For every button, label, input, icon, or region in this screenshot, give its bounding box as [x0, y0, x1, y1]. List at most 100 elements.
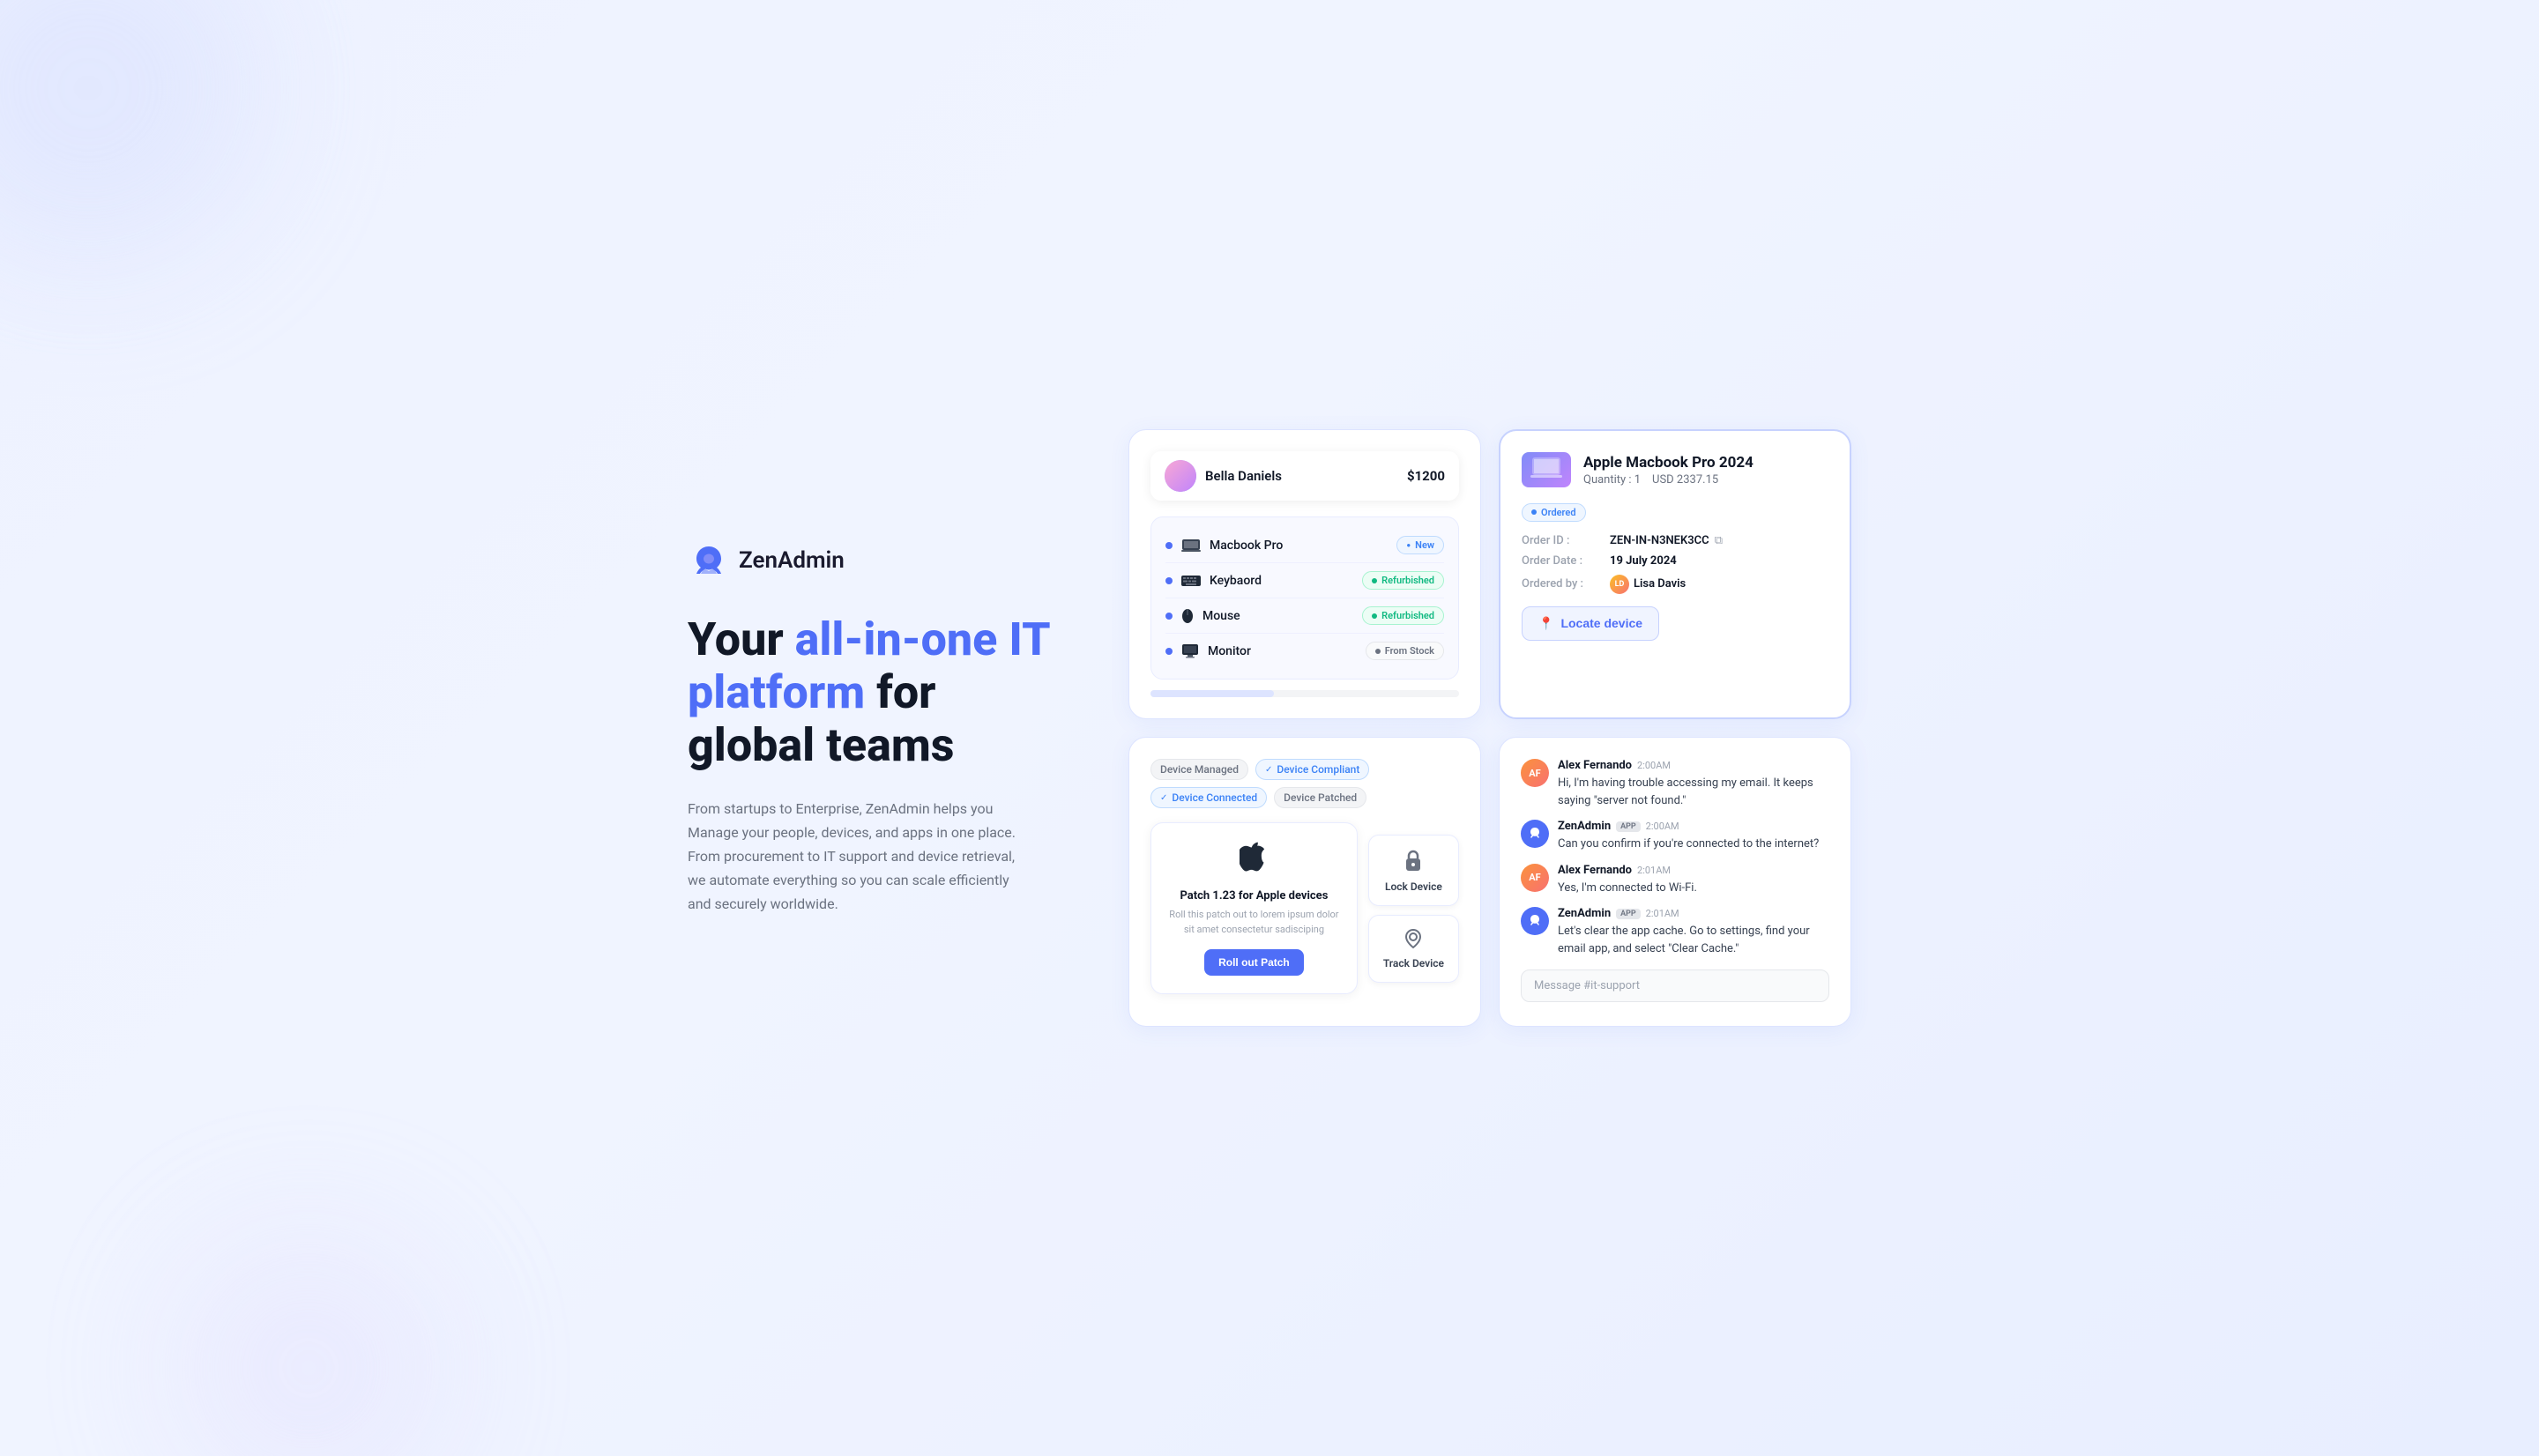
tag-device-managed: Device Managed: [1150, 759, 1248, 780]
macbook-icon: [1181, 539, 1201, 552]
track-device-button[interactable]: Track Device: [1368, 915, 1459, 983]
card-device: Device Managed Device Compliant Device C…: [1128, 737, 1481, 1027]
card-chat: AF Alex Fernando 2:00AM Hi, I'm having t…: [1499, 737, 1851, 1027]
chat-time-0: 2:00AM: [1637, 760, 1671, 771]
track-device-label: Track Device: [1383, 957, 1444, 969]
chat-sender-0: Alex Fernando: [1558, 759, 1632, 772]
macbook-thumbnail: [1522, 452, 1571, 487]
bg-decoration-1: [0, 0, 264, 264]
device-name-keyboard: Keybaord: [1210, 574, 1262, 588]
chat-text-3: Let's clear the app cache. Go to setting…: [1558, 923, 1829, 957]
chat-sender-2: Alex Fernando: [1558, 864, 1632, 877]
badge-stock: From Stock: [1366, 642, 1444, 660]
bg-decoration-2: [176, 1236, 441, 1456]
patch-card: Patch 1.23 for Apple devices Roll this p…: [1150, 822, 1358, 994]
copy-icon[interactable]: ⧉: [1715, 534, 1723, 547]
tag-device-patched: Device Patched: [1274, 787, 1366, 808]
hero-description: From startups to Enterprise, ZenAdmin he…: [688, 797, 1023, 917]
device-item-macbook: Macbook Pro New: [1165, 528, 1444, 563]
alex-avatar-0: AF: [1521, 759, 1549, 787]
locate-icon: 📍: [1538, 616, 1553, 631]
device-name-monitor: Monitor: [1208, 644, 1251, 658]
keyboard-icon: [1181, 576, 1201, 586]
chat-time-2: 2:01AM: [1637, 865, 1671, 876]
order-subtitle: Quantity : 1 USD 2337.15: [1583, 473, 1753, 487]
page-wrapper: ZenAdmin Your all-in-one IT platform for…: [635, 394, 1904, 1062]
device-item-mouse: Mouse Refurbished: [1165, 598, 1444, 634]
device-panel: Patch 1.23 for Apple devices Roll this p…: [1150, 822, 1459, 994]
chat-msg-3: ZenAdmin APP 2:01AM Let's clear the app …: [1521, 907, 1829, 957]
order-header: Apple Macbook Pro 2024 Quantity : 1 USD …: [1522, 452, 1828, 487]
chat-input-placeholder: Message #it-support: [1534, 979, 1640, 992]
chat-sender-3: ZenAdmin: [1558, 907, 1611, 920]
chat-text-0: Hi, I'm having trouble accessing my emai…: [1558, 775, 1829, 809]
macbook-thumb-icon: [1530, 457, 1562, 482]
ordered-by-value: Lisa Davis: [1634, 577, 1686, 591]
user-avatar: [1165, 460, 1196, 492]
badge-refurbished-2: Refurbished: [1362, 606, 1444, 625]
hero-title: Your all-in-one IT platform for global t…: [688, 613, 1058, 771]
order-date-row: Order Date : 19 July 2024: [1522, 554, 1828, 568]
patch-title: Patch 1.23 for Apple devices: [1169, 889, 1339, 903]
zen-avatar-3: [1521, 907, 1549, 935]
right-section: Bella Daniels $1200 Macbook Pro: [1128, 429, 1851, 1027]
device-item-keyboard: Keybaord Refurbished: [1165, 563, 1444, 598]
device-name-macbook: Macbook Pro: [1210, 539, 1283, 553]
order-id-row: Order ID : ZEN-IN-N3NEK3CC ⧉: [1522, 534, 1828, 547]
chat-text-2: Yes, I'm connected to Wi-Fi.: [1558, 880, 1697, 897]
hero-title-plain: Your: [688, 613, 795, 666]
apple-icon: [1240, 841, 1268, 874]
user-name: Bella Daniels: [1205, 468, 1282, 484]
device-dot-2: [1165, 577, 1173, 584]
order-id-label: Order ID :: [1522, 534, 1610, 547]
chat-sender-1: ZenAdmin: [1558, 820, 1611, 833]
apple-logo-icon: [1169, 841, 1339, 882]
ordered-by-label: Ordered by :: [1522, 577, 1610, 591]
chat-text-1: Can you confirm if you're connected to t…: [1558, 836, 1819, 853]
chat-msg-0: AF Alex Fernando 2:00AM Hi, I'm having t…: [1521, 759, 1829, 809]
device-item-monitor: Monitor From Stock: [1165, 634, 1444, 668]
chat-input[interactable]: Message #it-support: [1521, 969, 1829, 1002]
order-id-value: ZEN-IN-N3NEK3CC: [1610, 534, 1709, 547]
order-date-value: 19 July 2024: [1610, 554, 1677, 568]
logo-text: ZenAdmin: [739, 547, 845, 574]
badge-ordered: Ordered: [1522, 503, 1586, 522]
tag-device-compliant: Device Compliant: [1255, 759, 1369, 780]
order-title: Apple Macbook Pro 2024: [1583, 454, 1753, 472]
locate-device-button[interactable]: 📍 Locate device: [1522, 606, 1659, 641]
progress-fill: [1150, 690, 1274, 697]
card-order: Apple Macbook Pro 2024 Quantity : 1 USD …: [1499, 429, 1851, 719]
lock-device-button[interactable]: Lock Device: [1368, 835, 1459, 906]
badge-refurbished-1: Refurbished: [1362, 571, 1444, 590]
logo-icon: [688, 539, 730, 582]
chat-messages: AF Alex Fernando 2:00AM Hi, I'm having t…: [1521, 759, 1829, 957]
user-row: Bella Daniels $1200: [1150, 451, 1459, 501]
card-procurement: Bella Daniels $1200 Macbook Pro: [1128, 429, 1481, 719]
track-icon: [1383, 928, 1444, 954]
zen-avatar-1: [1521, 820, 1549, 848]
device-list: Macbook Pro New: [1150, 516, 1459, 680]
chat-msg-1: ZenAdmin APP 2:00AM Can you confirm if y…: [1521, 820, 1829, 853]
device-name-mouse: Mouse: [1202, 609, 1240, 623]
ordered-by-row: Ordered by : LD Lisa Davis: [1522, 575, 1828, 594]
chat-time-3: 2:01AM: [1646, 908, 1679, 919]
chat-app-badge-1: APP: [1616, 821, 1641, 832]
left-section: ZenAdmin Your all-in-one IT platform for…: [688, 539, 1058, 916]
monitor-icon: [1181, 644, 1199, 658]
device-dot: [1165, 542, 1173, 549]
chat-app-badge-3: APP: [1616, 909, 1641, 919]
lock-device-label: Lock Device: [1383, 880, 1444, 893]
badge-new: New: [1396, 536, 1444, 554]
device-dot-4: [1165, 648, 1173, 655]
order-date-label: Order Date :: [1522, 554, 1610, 568]
device-dot-3: [1165, 613, 1173, 620]
patch-desc: Roll this patch out to lorem ipsum dolor…: [1169, 908, 1339, 937]
roll-out-patch-button[interactable]: Roll out Patch: [1204, 949, 1304, 976]
lock-icon: [1383, 848, 1444, 877]
tag-device-connected: Device Connected: [1150, 787, 1267, 808]
user-amount: $1200: [1407, 468, 1445, 484]
chat-msg-2: AF Alex Fernando 2:01AM Yes, I'm connect…: [1521, 864, 1829, 897]
mouse-icon: [1181, 608, 1194, 624]
logo-area: ZenAdmin: [688, 539, 1058, 582]
ordered-by-avatar: LD: [1610, 575, 1629, 594]
